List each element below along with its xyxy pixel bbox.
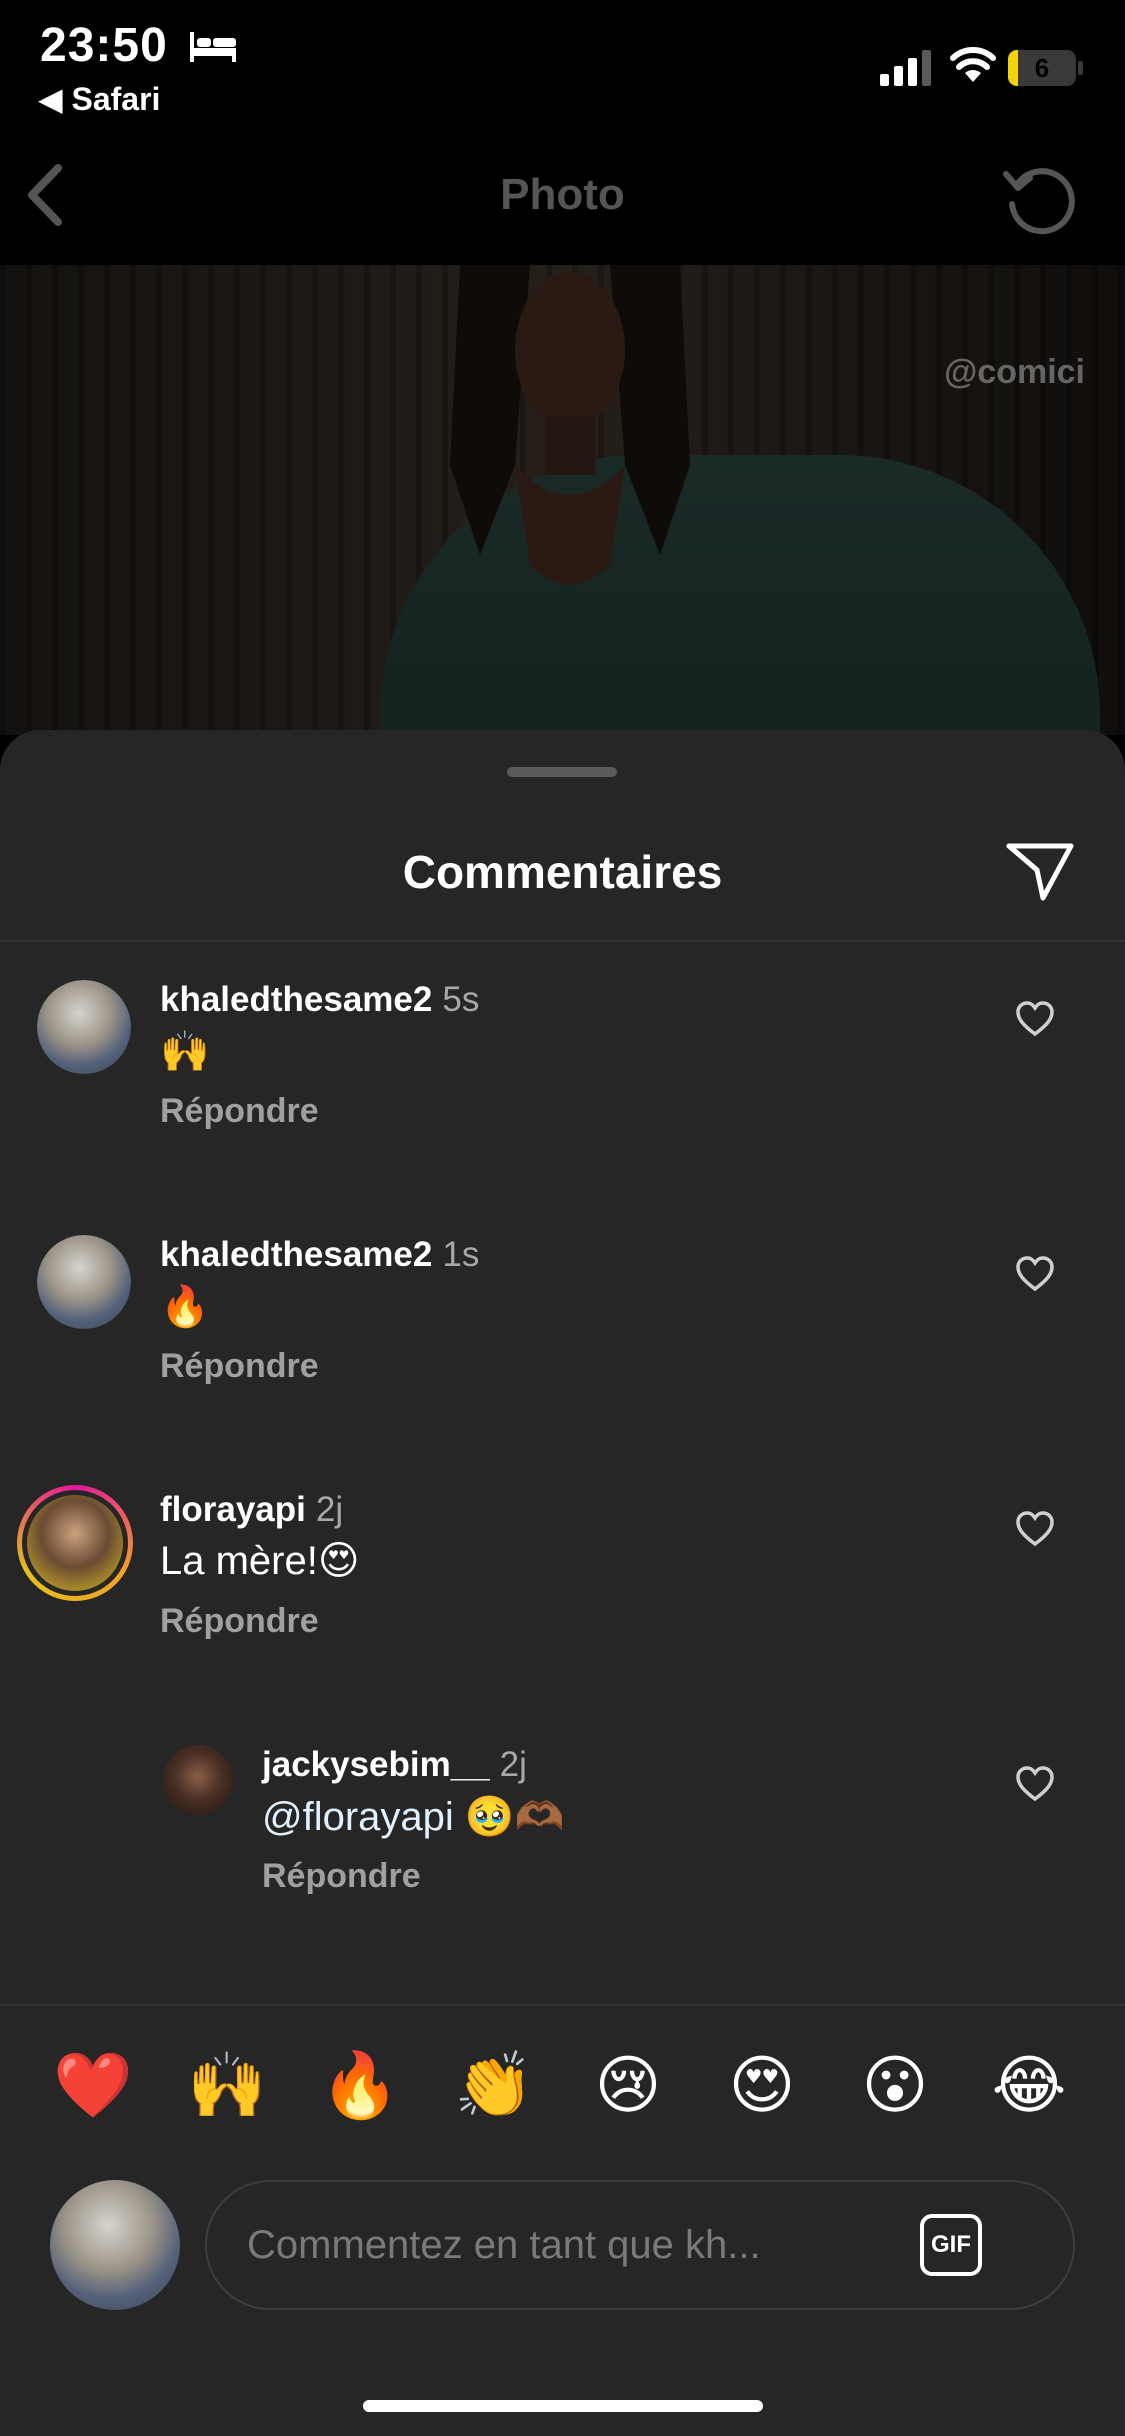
heart-icon[interactable] bbox=[1015, 1255, 1055, 1293]
avatar-story-ring[interactable] bbox=[17, 1485, 133, 1601]
reply-button[interactable]: Répondre bbox=[160, 1092, 319, 1131]
heart-icon[interactable] bbox=[1015, 1000, 1055, 1038]
emoji-heart-button[interactable]: ❤️ bbox=[48, 2040, 138, 2130]
battery-level: 6 bbox=[1034, 53, 1050, 83]
reply-button[interactable]: Répondre bbox=[160, 1602, 319, 1641]
avatar[interactable] bbox=[163, 1745, 233, 1815]
bed-icon bbox=[190, 32, 236, 62]
emoji-surprised-button[interactable]: 😮 bbox=[850, 2040, 940, 2130]
refresh-icon[interactable] bbox=[1000, 160, 1080, 240]
emoji-laughing-button[interactable]: 😂 bbox=[984, 2040, 1074, 2130]
comment-text: @florayapi 🥹🫶🏾 bbox=[262, 1795, 565, 1839]
my-avatar[interactable] bbox=[50, 2180, 180, 2310]
send-icon[interactable] bbox=[1005, 840, 1075, 904]
post-photo[interactable]: @comici bbox=[0, 265, 1125, 735]
emoji-raising-hands-button[interactable]: 🙌 bbox=[182, 2040, 272, 2130]
comment-text: 🔥 bbox=[160, 1285, 210, 1329]
back-to-safari[interactable]: ◀ Safari bbox=[38, 80, 160, 118]
divider bbox=[0, 940, 1125, 942]
wifi-icon bbox=[950, 47, 996, 82]
nav-bar: Photo bbox=[0, 130, 1125, 265]
page-title: Photo bbox=[500, 170, 625, 219]
emoji-crying-button[interactable]: 😢 bbox=[583, 2040, 673, 2130]
status-bar: 23:50 ◀ Safari 6 bbox=[0, 0, 1125, 130]
heart-icon[interactable] bbox=[1015, 1510, 1055, 1548]
sheet-title: Commentaires bbox=[402, 846, 723, 898]
quick-emoji-bar: ❤️ 🙌 🔥 👏 😢 😍 😮 😂 bbox=[0, 2040, 1125, 2130]
avatar[interactable] bbox=[37, 980, 131, 1074]
reply-button[interactable]: Répondre bbox=[160, 1347, 319, 1386]
comment-time: 2j bbox=[499, 1745, 527, 1784]
avatar[interactable] bbox=[37, 1235, 131, 1329]
home-indicator[interactable] bbox=[363, 2400, 763, 2412]
signal-icon bbox=[880, 50, 931, 86]
status-time: 23:50 bbox=[40, 19, 168, 72]
comment-username[interactable]: florayapi 2j bbox=[160, 1490, 343, 1530]
emoji-clap-button[interactable]: 👏 bbox=[449, 2040, 539, 2130]
comment-item: khaledthesame2 5s 🙌 Répondre bbox=[0, 980, 1125, 1210]
comment-username[interactable]: khaledthesame2 5s bbox=[160, 980, 479, 1020]
emoji-fire-button[interactable]: 🔥 bbox=[315, 2040, 405, 2130]
comment-time: 1s bbox=[442, 1235, 480, 1274]
gif-button[interactable]: GIF bbox=[920, 2214, 982, 2276]
comment-text: 🙌 bbox=[160, 1030, 210, 1074]
mention-link[interactable]: @florayapi bbox=[262, 1795, 454, 1839]
comment-time: 2j bbox=[315, 1490, 344, 1529]
emoji-heart-eyes-button[interactable]: 😍 bbox=[717, 2040, 807, 2130]
comment-item: khaledthesame2 1s 🔥 Répondre bbox=[0, 1235, 1125, 1465]
photo-subject bbox=[450, 265, 690, 585]
comment-time: 5s bbox=[442, 980, 480, 1019]
comment-item: florayapi 2j La mère!😍 Répondre bbox=[0, 1485, 1125, 1720]
comment-text: La mère!😍 bbox=[160, 1539, 360, 1583]
sheet-grabber[interactable] bbox=[507, 767, 617, 777]
watermark: @comici bbox=[944, 353, 1085, 391]
comment-username[interactable]: khaledthesame2 1s bbox=[160, 1235, 479, 1275]
reply-button[interactable]: Répondre bbox=[262, 1857, 421, 1896]
comment-username[interactable]: jackysebim__ 2j bbox=[262, 1745, 527, 1785]
heart-icon[interactable] bbox=[1015, 1765, 1055, 1803]
divider bbox=[0, 2004, 1125, 2006]
comments-sheet: Commentaires khaledthesame2 5s 🙌 Répondre… bbox=[0, 730, 1125, 2436]
comment-reply-item: jackysebim__ 2j @florayapi 🥹🫶🏾 Répondre bbox=[0, 1745, 1125, 1975]
battery-icon: 6 bbox=[1008, 50, 1084, 86]
